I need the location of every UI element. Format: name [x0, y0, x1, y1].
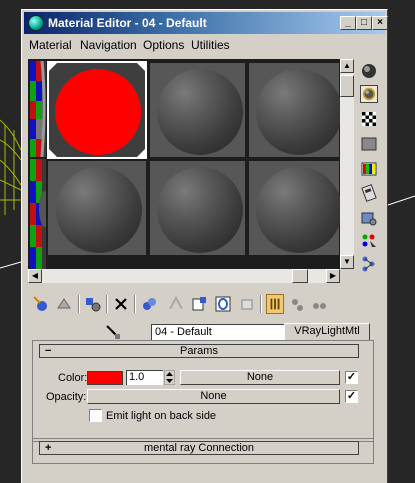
material-effects-channel-icon[interactable] — [214, 294, 232, 314]
rollout-title: mental ray Connection — [143, 442, 255, 454]
maximize-button[interactable]: □ — [356, 16, 372, 30]
get-material-icon[interactable] — [32, 294, 50, 314]
gray-material-sphere — [256, 69, 342, 155]
toolbar-separator — [106, 295, 108, 313]
opacity-map-checkbox[interactable]: ✓ — [345, 390, 358, 403]
material-name-combo[interactable]: 04 - Default ▼ — [151, 324, 299, 341]
mental-ray-rollout-header[interactable]: + mental ray Connection — [39, 441, 359, 455]
opacity-label: Opacity: — [46, 391, 87, 403]
assign-material-to-selection-icon[interactable] — [84, 294, 102, 314]
make-preview-icon[interactable] — [360, 184, 378, 202]
make-unique-icon[interactable] — [167, 294, 185, 314]
reset-map-delete-icon[interactable] — [112, 294, 130, 314]
menu-utilities[interactable]: Utilities — [191, 38, 230, 52]
gray-material-sphere — [56, 167, 142, 253]
make-material-copy-icon[interactable] — [140, 294, 158, 314]
color-label: Color: — [58, 372, 88, 384]
sample-slot[interactable] — [149, 62, 246, 158]
material-editor-app-icon — [28, 15, 44, 31]
sample-vertical-scrollbar[interactable]: ▲ ▼ — [340, 59, 354, 269]
slot-corner-marker — [49, 149, 57, 157]
background-checker-icon[interactable] — [360, 110, 378, 128]
color-map-checkbox[interactable]: ✓ — [345, 371, 358, 384]
slot-corner-marker — [137, 63, 145, 71]
go-to-parent-icon[interactable] — [288, 294, 306, 314]
sample-slot-partial-left-bottom[interactable] — [30, 159, 46, 271]
sample-slot-selected[interactable] — [47, 61, 147, 159]
show-end-result-icon[interactable] — [266, 294, 284, 314]
video-color-check-icon[interactable] — [360, 160, 378, 178]
params-rollout-header[interactable]: − Params — [39, 344, 359, 358]
slot-corner-marker — [49, 63, 57, 71]
vertical-scroll-thumb[interactable] — [340, 75, 354, 97]
material-name-value[interactable]: 04 - Default — [155, 326, 212, 338]
show-map-in-viewport-icon[interactable] — [238, 294, 256, 314]
sample-slot[interactable] — [149, 160, 246, 256]
window-title: Material Editor - 04 - Default — [48, 16, 207, 30]
scroll-up-arrow-icon[interactable]: ▲ — [340, 59, 354, 73]
gray-material-sphere — [157, 167, 243, 253]
options-icon[interactable] — [360, 209, 378, 227]
emit-back-side-checkbox[interactable] — [89, 409, 102, 422]
red-material-sphere — [55, 69, 141, 155]
minimize-button[interactable]: _ — [340, 16, 356, 30]
title-bar[interactable]: Material Editor - 04 - Default _ □ × — [24, 12, 388, 34]
pick-material-from-object-icon[interactable] — [104, 323, 122, 341]
backlight-icon[interactable] — [360, 85, 378, 103]
emit-back-side-label: Emit light on back side — [106, 410, 217, 422]
gray-material-sphere — [256, 167, 342, 253]
sample-slot[interactable] — [248, 62, 342, 158]
material-type-button[interactable]: VRayLightMtl — [284, 323, 370, 341]
multiplier-input[interactable]: 1.0 — [126, 370, 163, 385]
toolbar-separator — [78, 295, 80, 313]
sample-slot[interactable] — [248, 160, 342, 256]
menu-material[interactable]: Material — [29, 38, 72, 52]
sample-horizontal-scrollbar[interactable]: ◀ ▶ — [28, 269, 340, 283]
material-navigator-icon[interactable] — [360, 255, 378, 273]
scrollbar-corner — [340, 269, 354, 283]
go-forward-to-sibling-icon[interactable] — [310, 294, 328, 314]
put-material-to-scene-icon[interactable] — [55, 294, 73, 314]
menu-options[interactable]: Options — [143, 38, 184, 52]
scroll-down-arrow-icon[interactable]: ▼ — [340, 255, 354, 269]
toolbar-separator — [134, 295, 136, 313]
rollout-title: Params — [180, 345, 218, 357]
menu-navigation[interactable]: Navigation — [80, 38, 137, 52]
scroll-right-arrow-icon[interactable]: ▶ — [326, 269, 340, 283]
menu-bar: Material Navigation Options Utilities — [22, 36, 387, 54]
close-button[interactable]: × — [372, 16, 388, 30]
sample-uv-tiling-icon[interactable] — [360, 135, 378, 153]
opacity-map-button[interactable]: None — [87, 389, 340, 404]
toolbar-separator — [260, 295, 262, 313]
slot-corner-marker — [137, 149, 145, 157]
horizontal-scroll-thumb[interactable] — [292, 269, 308, 283]
gray-material-sphere — [157, 69, 243, 155]
color-swatch[interactable] — [87, 371, 123, 385]
material-editor-window: Material Editor - 04 - Default _ □ × Mat… — [21, 9, 388, 483]
sample-slot[interactable] — [47, 160, 147, 256]
sample-slot-partial-left-top[interactable] — [30, 61, 46, 157]
select-by-material-icon[interactable] — [360, 232, 378, 250]
scroll-left-arrow-icon[interactable]: ◀ — [28, 269, 42, 283]
put-to-library-icon[interactable] — [190, 294, 208, 314]
spinner-arrows-icon[interactable] — [164, 370, 175, 385]
color-map-button[interactable]: None — [180, 370, 340, 385]
sample-slot-grid — [28, 59, 342, 277]
sample-type-sphere-icon[interactable] — [360, 62, 378, 80]
